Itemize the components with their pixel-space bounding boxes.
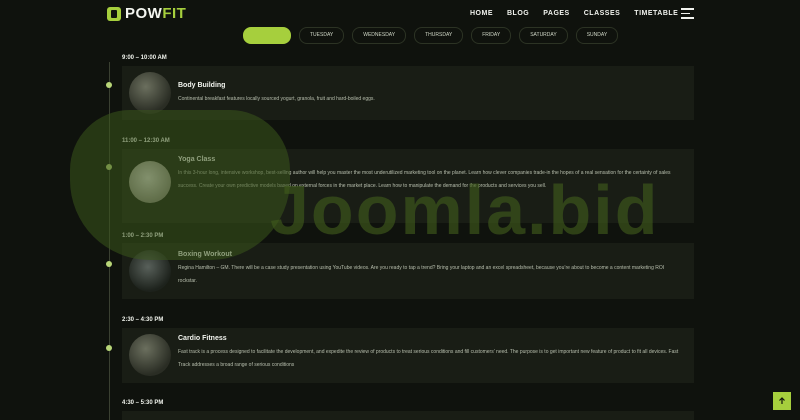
day-tab-tuesday[interactable]: TUESDAY	[299, 27, 345, 44]
timeline-dot	[106, 82, 112, 88]
timeline-dot	[106, 345, 112, 351]
timeline-dot	[106, 261, 112, 267]
day-tab-monday[interactable]	[243, 27, 291, 44]
nav-classes[interactable]: CLASSES	[584, 10, 621, 17]
nav-timetable[interactable]: TIMETABLE	[634, 10, 678, 17]
class-title: Cardio Fitness	[178, 335, 227, 342]
brand-name-accent: FIT	[162, 5, 187, 22]
class-description: Regina Hamilton – GM. There will be a ca…	[178, 265, 665, 284]
class-description: Continental breakfast features locally s…	[178, 96, 375, 102]
site-header: POWFIT HOME BLOG PAGES CLASSES TIMETABLE	[0, 0, 800, 28]
time-label: 9:00 – 10:00 AM	[122, 55, 167, 61]
class-description: Fast track is a process designed to faci…	[178, 349, 679, 368]
day-tab-wednesday[interactable]: WEDNESDAY	[352, 27, 407, 44]
brand-name: POWFIT	[125, 5, 186, 22]
nav-blog[interactable]: BLOG	[507, 10, 529, 17]
time-label: 1:00 – 2:30 PM	[122, 233, 164, 239]
schedule-card[interactable]	[122, 411, 694, 420]
logo[interactable]: POWFIT	[107, 5, 186, 22]
dumbbell-icon	[107, 6, 121, 21]
class-photo	[129, 72, 171, 114]
main-nav: HOME BLOG PAGES CLASSES TIMETABLE	[470, 10, 678, 17]
class-photo	[129, 161, 171, 203]
scroll-to-top-button[interactable]	[773, 392, 791, 410]
nav-home[interactable]: HOME	[470, 10, 493, 17]
schedule-card[interactable]: Boxing Workout Regina Hamilton – GM. The…	[122, 243, 694, 299]
brand-name-main: POW	[125, 5, 163, 22]
timeline-line	[109, 62, 110, 420]
class-photo	[129, 250, 171, 292]
arrow-up-icon	[779, 397, 785, 404]
day-tab-sunday[interactable]: SUNDAY	[575, 27, 619, 44]
class-title: Boxing Workout	[178, 251, 232, 258]
class-title: Yoga Class	[178, 156, 216, 163]
schedule-card[interactable]: Yoga Class In this 3-hour long, intensiv…	[122, 149, 694, 223]
timeline-dot	[106, 164, 112, 170]
class-description: In this 3-hour long, intensive workshop,…	[178, 170, 671, 189]
schedule-card[interactable]: Body Building Continental breakfast feat…	[122, 66, 694, 120]
day-tab-friday[interactable]: FRIDAY	[471, 27, 512, 44]
class-photo	[129, 334, 171, 376]
schedule-card[interactable]: Cardio Fitness Fast track is a process d…	[122, 328, 694, 383]
day-tabs: TUESDAY WEDNESDAY THURSDAY FRIDAY SATURD…	[243, 27, 619, 44]
time-label: 2:30 – 4:30 PM	[122, 317, 164, 323]
class-title: Body Building	[178, 82, 226, 89]
time-label: 11:00 – 12:30 AM	[122, 138, 170, 144]
day-tab-thursday[interactable]: THURSDAY	[414, 27, 464, 44]
nav-pages[interactable]: PAGES	[543, 10, 570, 17]
hamburger-menu-icon[interactable]	[681, 8, 694, 19]
day-tab-saturday[interactable]: SATURDAY	[519, 27, 568, 44]
time-label: 4:30 – 5:30 PM	[122, 400, 164, 406]
